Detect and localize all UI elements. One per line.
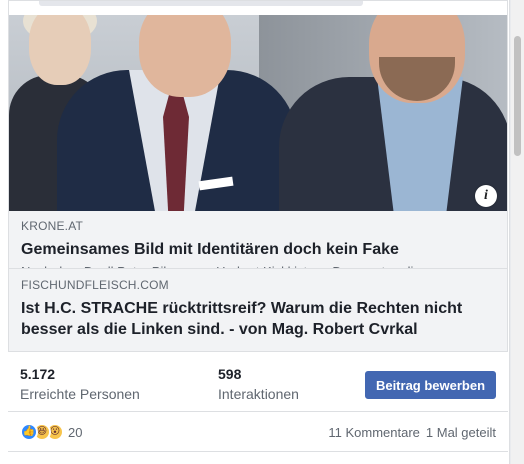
reach-stat[interactable]: 5.172 Erreichte Personen [20, 366, 140, 402]
image-figure-left-head [29, 15, 91, 85]
engagement-label: Interaktionen [218, 386, 299, 402]
post-card: i KRONE.AT Gemeinsames Bild mit Identitä… [0, 0, 510, 464]
outer-link-title[interactable]: Ist H.C. STRACHE rücktrittsreif? Warum d… [21, 298, 495, 340]
engagement-stat[interactable]: 598 Interaktionen [218, 366, 299, 402]
inner-link-domain: KRONE.AT [21, 219, 84, 233]
scrollbar-thumb[interactable] [514, 36, 521, 156]
comments-count-link[interactable]: 11 Kommentare [328, 425, 420, 440]
shares-count-link[interactable]: 1 Mal geteilt [426, 425, 496, 440]
shared-link-card[interactable]: i KRONE.AT Gemeinsames Bild mit Identitä… [8, 0, 508, 352]
top-strip-bar [39, 1, 363, 6]
inner-link-caption[interactable]: KRONE.AT Gemeinsames Bild mit Identitäre… [9, 211, 507, 272]
link-preview-image[interactable] [9, 15, 507, 211]
inner-link-title[interactable]: Gemeinsames Bild mit Identitären doch ke… [21, 240, 495, 260]
reactions-summary[interactable]: 👍 😆 😮 20 [20, 423, 82, 441]
reach-label: Erreichte Personen [20, 386, 140, 402]
engagement-meta: 11 Kommentare 1 Mal geteilt [328, 425, 496, 440]
like-icon: 👍 [20, 423, 38, 441]
post-insights: 5.172 Erreichte Personen 598 Interaktion… [8, 352, 508, 412]
scrollbar[interactable] [511, 0, 524, 464]
image-figure-center-head [139, 15, 231, 97]
reach-value: 5.172 [20, 366, 56, 382]
reactions-bar: 👍 😆 😮 20 11 Kommentare 1 Mal geteilt [8, 412, 508, 452]
outer-link-domain: FISCHUNDFLEISCH.COM [21, 278, 169, 292]
outer-link-caption[interactable]: FISCHUNDFLEISCH.COM Ist H.C. STRACHE rüc… [9, 268, 507, 351]
engagement-value: 598 [218, 366, 242, 382]
boost-post-button[interactable]: Beitrag bewerben [365, 371, 496, 399]
card-bottom-edge [8, 452, 508, 464]
info-icon[interactable]: i [475, 185, 497, 207]
reaction-count: 20 [68, 424, 83, 440]
top-strip [9, 1, 507, 15]
